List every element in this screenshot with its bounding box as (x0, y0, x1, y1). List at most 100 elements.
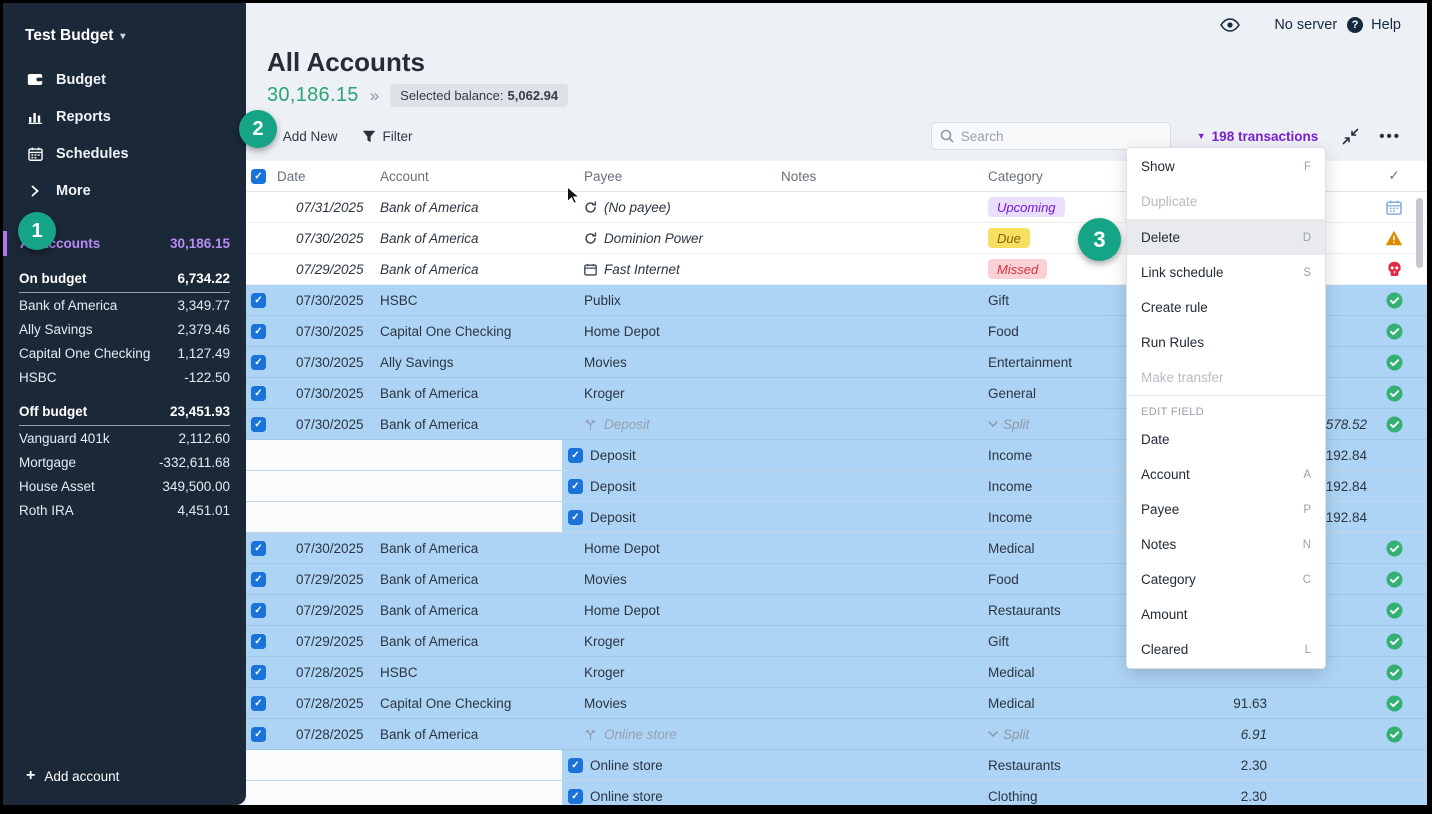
deposit-value[interactable] (1275, 688, 1375, 718)
sidebar-item-schedules[interactable]: Schedules (3, 135, 246, 172)
sidebar-item-account[interactable]: Ally Savings2,379.46 (3, 317, 246, 341)
expand-balances-icon[interactable]: » (370, 86, 379, 106)
transaction-subrow[interactable]: Online storeClothing2.30 (246, 781, 1427, 805)
sidebar-item-account[interactable]: Capital One Checking1,127.49 (3, 341, 246, 365)
column-header-date[interactable]: Date (272, 161, 380, 191)
add-account-button[interactable]: + Add account (3, 767, 246, 805)
menu-item-run-rules[interactable]: Run Rules (1127, 325, 1325, 360)
row-checkbox[interactable] (251, 603, 266, 618)
row-checkbox[interactable] (251, 541, 266, 556)
date-value[interactable]: 07/29/2025 (272, 254, 380, 284)
column-header-payee[interactable]: Payee (562, 161, 772, 191)
account-value[interactable]: HSBC (380, 285, 562, 315)
payee-value[interactable]: Online store (590, 789, 663, 804)
date-value[interactable]: 07/30/2025 (272, 533, 380, 563)
payee-cell[interactable]: Home Depot (562, 316, 772, 346)
menu-item-account[interactable]: AccountA (1127, 457, 1325, 492)
sidebar-item-account[interactable]: Roth IRA4,451.01 (3, 498, 246, 522)
category-value[interactable]: Medical (988, 696, 1035, 711)
notes-value[interactable] (772, 316, 977, 346)
payee-value[interactable]: Deposit (590, 479, 636, 494)
search-input[interactable] (931, 122, 1171, 150)
account-value[interactable]: Bank of America (380, 564, 562, 594)
date-value[interactable]: 07/30/2025 (272, 223, 380, 253)
help-button[interactable]: ? Help (1347, 17, 1401, 33)
sidebar-item-reports[interactable]: Reports (3, 98, 246, 135)
payee-cell[interactable]: Online store (562, 719, 772, 749)
transaction-subrow[interactable]: Online storeRestaurants2.30 (246, 750, 1427, 781)
notes-value[interactable] (772, 626, 977, 656)
account-group-header[interactable]: On budget6,734.22 (19, 271, 230, 293)
transactions-count-button[interactable]: ▼ 198 transactions (1197, 129, 1318, 144)
payee-cell[interactable]: Home Depot (562, 595, 772, 625)
row-checkbox[interactable] (251, 355, 266, 370)
date-value[interactable]: 07/30/2025 (272, 316, 380, 346)
sidebar-item-account[interactable]: HSBC-122.50 (3, 365, 246, 389)
account-value[interactable]: Bank of America (380, 533, 562, 563)
notes-value[interactable] (772, 347, 977, 377)
date-value[interactable]: 07/29/2025 (272, 626, 380, 656)
date-value[interactable]: 07/29/2025 (272, 564, 380, 594)
date-value[interactable]: 07/28/2025 (272, 688, 380, 718)
notes-value[interactable] (772, 719, 977, 749)
payment-value[interactable]: 91.63 (1127, 688, 1275, 718)
category-value[interactable]: Medical (988, 541, 1035, 556)
row-checkbox[interactable] (251, 696, 266, 711)
account-value[interactable]: HSBC (380, 657, 562, 687)
row-checkbox[interactable] (251, 634, 266, 649)
notes-value[interactable] (772, 533, 977, 563)
date-value[interactable]: 07/30/2025 (272, 285, 380, 315)
payee-value[interactable]: Deposit (590, 448, 636, 463)
menu-item-delete[interactable]: DeleteD (1127, 220, 1325, 255)
account-value[interactable]: Ally Savings (380, 347, 562, 377)
sidebar-item-account[interactable]: House Asset349,500.00 (3, 474, 246, 498)
notes-value[interactable] (772, 378, 977, 408)
account-value[interactable]: Bank of America (380, 719, 562, 749)
row-checkbox[interactable] (251, 386, 266, 401)
payee-cell[interactable]: Dominion Power (562, 223, 772, 253)
category-value[interactable]: Income (988, 510, 1032, 525)
menu-item-link-schedule[interactable]: Link scheduleS (1127, 255, 1325, 290)
collapse-transactions-button[interactable] (1342, 128, 1359, 145)
row-checkbox[interactable] (251, 324, 266, 339)
payee-cell[interactable]: (No payee) (562, 192, 772, 222)
split-category[interactable]: Split (988, 727, 1029, 742)
category-value[interactable]: Medical (988, 665, 1035, 680)
account-balance[interactable]: 30,186.15 (267, 84, 359, 107)
notes-value[interactable] (772, 254, 977, 284)
category-value[interactable]: Food (988, 572, 1019, 587)
add-new-button[interactable]: + Add New (267, 128, 338, 145)
notes-value[interactable] (772, 192, 977, 222)
column-header-notes[interactable]: Notes (772, 161, 977, 191)
row-checkbox[interactable] (251, 293, 266, 308)
date-value[interactable]: 07/30/2025 (272, 347, 380, 377)
menu-item-date[interactable]: Date (1127, 422, 1325, 457)
transaction-row[interactable]: 07/28/2025Capital One CheckingMoviesMedi… (246, 688, 1427, 719)
server-status[interactable]: No server (1274, 17, 1337, 33)
row-checkbox[interactable] (568, 479, 583, 494)
account-value[interactable]: Capital One Checking (380, 688, 562, 718)
account-value[interactable]: Bank of America (380, 626, 562, 656)
row-checkbox[interactable] (568, 758, 583, 773)
account-value[interactable]: Bank of America (380, 223, 562, 253)
deposit-value[interactable] (1275, 750, 1375, 780)
row-checkbox[interactable] (568, 789, 583, 804)
split-category[interactable]: Split (988, 417, 1029, 432)
category-value[interactable]: Income (988, 448, 1032, 463)
category-value[interactable]: Gift (988, 634, 1009, 649)
category-value[interactable]: Entertainment (988, 355, 1072, 370)
notes-value[interactable] (772, 409, 977, 439)
date-value[interactable]: 07/29/2025 (272, 595, 380, 625)
category-value[interactable]: Clothing (988, 789, 1038, 804)
budget-switcher[interactable]: Test Budget ▾ (3, 3, 246, 51)
notes-value[interactable] (772, 688, 977, 718)
menu-item-show[interactable]: ShowF (1127, 149, 1325, 184)
row-checkbox[interactable] (251, 417, 266, 432)
payee-cell[interactable]: Deposit (562, 409, 772, 439)
account-value[interactable]: Bank of America (380, 254, 562, 284)
notes-value[interactable] (772, 564, 977, 594)
vertical-scrollbar[interactable] (1416, 198, 1423, 268)
payee-cell[interactable]: Kroger (562, 626, 772, 656)
menu-item-cleared[interactable]: ClearedL (1127, 632, 1325, 667)
date-value[interactable]: 07/28/2025 (272, 657, 380, 687)
